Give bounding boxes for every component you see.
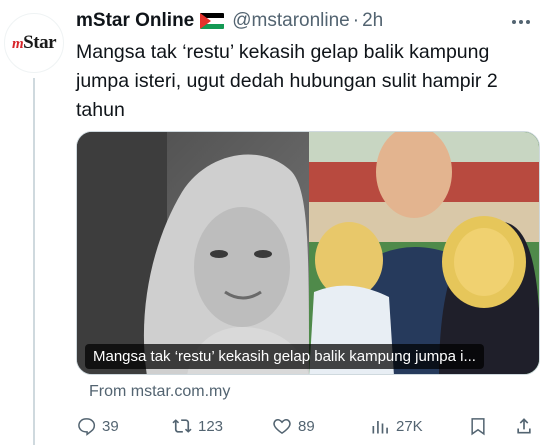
logo-prefix: m — [12, 36, 24, 52]
tweet[interactable]: mStar mStar Online @mstaronline · 2h Man… — [0, 0, 547, 445]
separator-dot: · — [352, 10, 360, 31]
thread-line — [33, 78, 35, 445]
mstar-logo: mStar — [12, 32, 56, 54]
card-caption: Mangsa tak ‘restu’ kekasih gelap balik k… — [85, 344, 484, 369]
bookmark-icon — [471, 418, 485, 436]
avatar[interactable]: mStar — [4, 13, 64, 73]
more-options-icon[interactable] — [508, 14, 534, 30]
author-name[interactable]: mStar Online — [76, 10, 194, 32]
views-button[interactable]: 27K — [370, 408, 423, 444]
logo-text: Star — [23, 32, 56, 53]
like-button[interactable]: 89 — [272, 408, 315, 444]
retweet-icon — [172, 419, 192, 433]
heart-icon — [273, 418, 291, 434]
author-handle[interactable]: @mstaronline — [232, 10, 350, 32]
share-button[interactable] — [514, 408, 540, 444]
link-card[interactable]: Mangsa tak ‘restu’ kekasih gelap balik k… — [76, 131, 540, 375]
action-bar: 39 123 89 27K — [0, 408, 547, 444]
reply-count: 39 — [102, 417, 119, 435]
retweet-count: 123 — [198, 417, 224, 435]
card-source[interactable]: From mstar.com.my — [89, 383, 230, 401]
palestine-flag-icon — [200, 13, 225, 29]
views-icon — [372, 421, 388, 434]
reply-icon — [78, 418, 96, 436]
share-icon — [517, 418, 531, 434]
like-count: 89 — [298, 417, 315, 435]
timestamp[interactable]: 2h — [362, 10, 383, 32]
card-photo-left — [77, 132, 309, 374]
bookmark-button[interactable] — [468, 408, 494, 444]
tweet-header: mStar Online @mstaronline · 2h — [76, 8, 383, 34]
reply-button[interactable]: 39 — [76, 408, 119, 444]
tweet-text: Mangsa tak ‘restu’ kekasih gelap balik k… — [76, 41, 498, 121]
card-photo-right — [309, 132, 539, 374]
retweet-button[interactable]: 123 — [172, 408, 223, 444]
views-count: 27K — [396, 417, 423, 435]
